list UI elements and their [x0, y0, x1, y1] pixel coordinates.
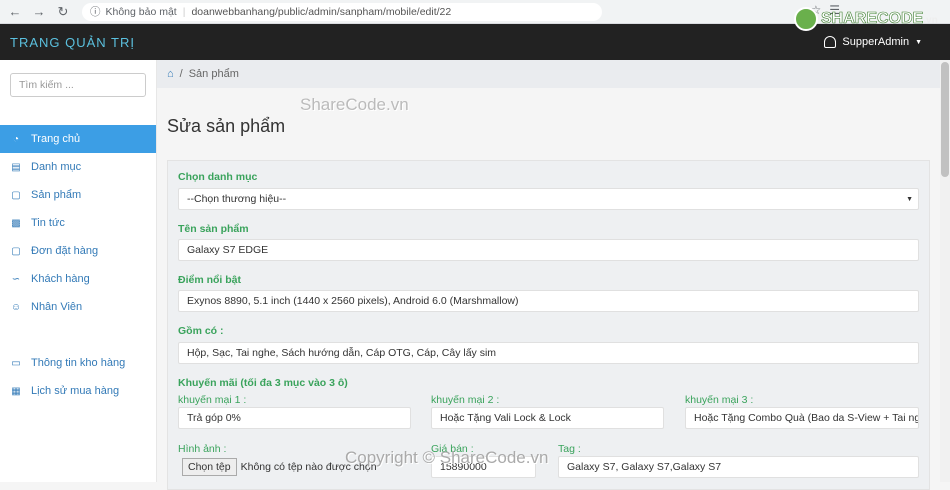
omnibox-divider: | — [182, 5, 186, 18]
basket-icon: ▢ — [11, 245, 21, 257]
sidebar-item-label: Trang chủ — [31, 133, 81, 145]
sidebar-item-warehouse[interactable]: ▭ Thông tin kho hàng — [0, 349, 156, 377]
home-icon[interactable]: ⌂ — [167, 68, 174, 80]
list-icon: ▤ — [11, 161, 21, 173]
info-icon: ⓘ — [90, 6, 101, 18]
sidebar-item-news[interactable]: ▩ Tin tức — [0, 209, 156, 237]
search-input[interactable]: Tìm kiếm ... — [10, 73, 146, 97]
sidebar: Tìm kiếm ... ◔ Trang chủ ▤ Danh mục ▢ Sả… — [0, 60, 157, 482]
reload-icon[interactable]: ↻ — [54, 3, 72, 21]
forward-icon[interactable]: → — [30, 3, 48, 21]
sidebar-menu: ◔ Trang chủ ▤ Danh mục ▢ Sản phẩm ▩ Tin … — [0, 125, 156, 405]
menu-spacer — [0, 321, 156, 349]
bag-icon: ▢ — [11, 189, 21, 201]
name-label: Tên sản phẩm — [178, 223, 249, 235]
promo1-label: khuyến mại 1 : — [178, 394, 247, 406]
highlight-label: Điểm nổi bật — [178, 274, 242, 286]
breadcrumb: ⌂ / Sản phẩm — [157, 60, 940, 88]
promo3-input[interactable]: Hoặc Tặng Combo Quà (Bao da S-View + Tai… — [685, 407, 919, 429]
category-label: Chọn danh mục — [178, 171, 258, 183]
sidebar-item-label: Danh mục — [31, 161, 82, 173]
tag-input[interactable]: Galaxy S7, Galaxy S7,Galaxy S7 — [558, 456, 919, 478]
brand-title[interactable]: TRANG QUẢN TRỊ — [10, 35, 135, 50]
edit-form: Chọn danh mục --Chọn thương hiệu-- ▼ Tên… — [167, 160, 930, 490]
security-label: Không bảo mật — [105, 5, 177, 18]
sidebar-item-label: Tin tức — [31, 217, 65, 229]
highlight-input[interactable]: Exynos 8890, 5.1 inch (1440 x 2560 pixel… — [178, 290, 919, 312]
monitor-icon: ▭ — [11, 357, 21, 369]
watermark-bottom: Copyright © ShareCode.vn — [345, 448, 549, 467]
user-icon: ☺ — [10, 301, 22, 313]
promo2-label: khuyến mại 2 : — [431, 394, 500, 406]
document-icon: ▩ — [11, 217, 21, 229]
watermark-center: ShareCode.vn — [300, 95, 409, 114]
sidebar-item-label: Lịch sử mua hàng — [31, 385, 120, 397]
tag-label: Tag : — [558, 443, 581, 455]
sidebar-item-label: Đơn đặt hàng — [31, 245, 99, 257]
name-input[interactable]: Galaxy S7 EDGE — [178, 239, 919, 261]
logo-mark-icon — [794, 7, 818, 31]
sidebar-item-customers[interactable]: ∽ Khách hàng — [0, 265, 156, 293]
logo-text: SHARECODE.vn — [821, 10, 938, 28]
main-content: ⌂ / Sản phẩm Sửa sản phẩm Chọn danh mục … — [157, 60, 940, 490]
table-icon: ▦ — [11, 385, 21, 397]
page-title: Sửa sản phẩm — [167, 116, 286, 136]
image-label: Hình ảnh : — [178, 443, 227, 455]
user-icon — [824, 36, 837, 48]
scrollbar-thumb[interactable] — [941, 62, 949, 177]
sidebar-item-staff[interactable]: ☺ Nhân Viên — [0, 293, 156, 321]
promo1-input[interactable]: Trả góp 0% — [178, 407, 411, 429]
breadcrumb-separator: / — [179, 68, 183, 80]
sidebar-item-label: Sản phẩm — [31, 189, 82, 201]
caret-down-icon: ▼ — [915, 38, 922, 46]
sharecode-logo: SHARECODE.vn — [794, 4, 944, 34]
sidebar-item-products[interactable]: ▢ Sản phẩm — [0, 181, 156, 209]
sidebar-item-orders[interactable]: ▢ Đơn đặt hàng — [0, 237, 156, 265]
sidebar-item-label: Nhân Viên — [31, 301, 83, 313]
chart-icon: ∽ — [11, 273, 21, 285]
page-scrollbar[interactable] — [940, 60, 950, 482]
includes-label: Gồm có : — [178, 325, 224, 337]
includes-input[interactable]: Hộp, Sạc, Tai nghe, Sách hướng dẫn, Cáp … — [178, 342, 919, 364]
url-text: doanwebbanhang/public/admin/sanpham/mobi… — [191, 5, 452, 18]
search-placeholder: Tìm kiếm ... — [19, 79, 74, 91]
promo-label: Khuyến mãi (tối đa 3 mục vào 3 ô) — [178, 377, 348, 389]
choose-file-button[interactable]: Chọn tệp — [182, 458, 237, 476]
sidebar-item-label: Thông tin kho hàng — [31, 357, 126, 369]
user-name: SupperAdmin — [842, 36, 910, 48]
sidebar-item-label: Khách hàng — [31, 273, 90, 285]
address-bar[interactable]: ⓘ Không bảo mật | doanwebbanhang/public/… — [82, 2, 602, 21]
sidebar-item-categories[interactable]: ▤ Danh mục — [0, 153, 156, 181]
promo2-input[interactable]: Hoặc Tặng Vali Lock & Lock — [431, 407, 664, 429]
dashboard-icon: ◔ — [12, 133, 20, 145]
category-value: --Chọn thương hiệu-- — [187, 193, 287, 205]
select-caret-icon: ▼ — [906, 195, 913, 203]
back-icon[interactable]: ← — [6, 3, 24, 21]
sidebar-item-dashboard[interactable]: ◔ Trang chủ — [0, 125, 156, 153]
promo3-label: khuyến mại 3 : — [685, 394, 754, 406]
category-select[interactable]: --Chọn thương hiệu-- ▼ — [178, 188, 919, 210]
breadcrumb-current: Sản phẩm — [188, 68, 239, 80]
sidebar-item-purchase-history[interactable]: ▦ Lịch sử mua hàng — [0, 377, 156, 405]
